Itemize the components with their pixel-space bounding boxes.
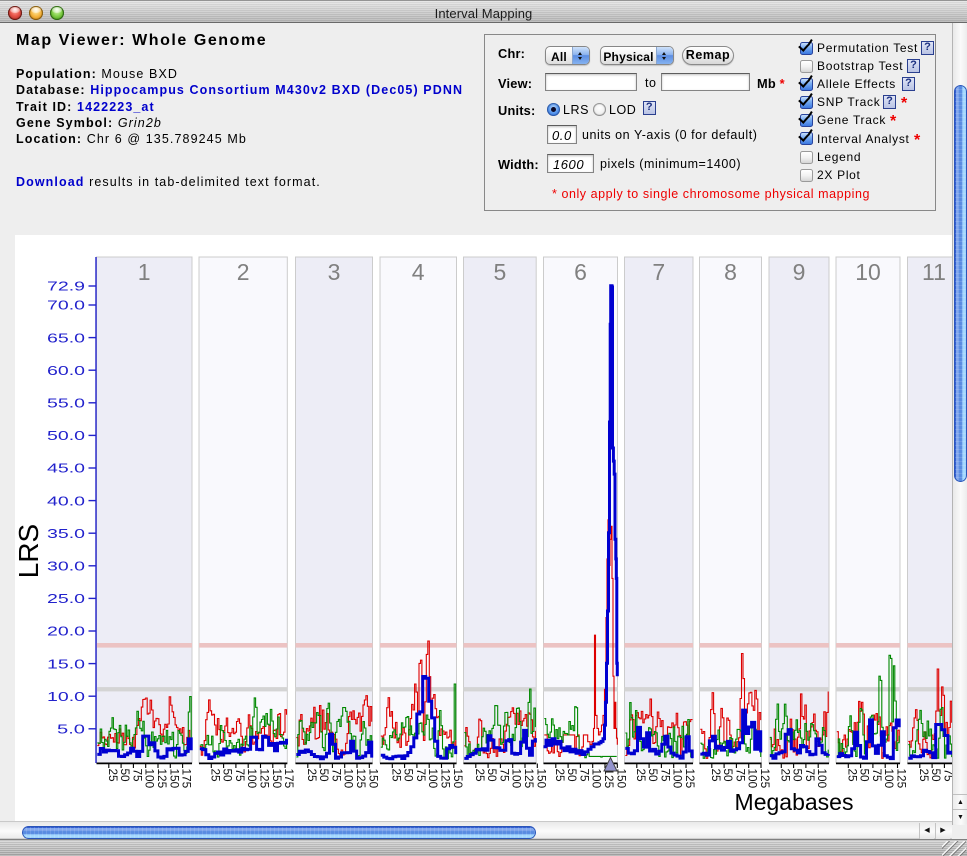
svg-text:3: 3 [328,259,341,285]
svg-text:15.0: 15.0 [47,656,85,671]
svg-text:50: 50 [221,769,235,783]
svg-text:125: 125 [683,769,697,789]
svg-text:100: 100 [342,769,356,789]
svg-text:50: 50 [929,769,943,783]
svg-text:5.0: 5.0 [57,722,85,737]
svg-text:25: 25 [208,769,222,783]
svg-text:25: 25 [106,769,120,783]
svg-text:75: 75 [414,769,428,783]
svg-text:100: 100 [671,769,685,789]
svg-text:125: 125 [354,769,368,789]
svg-text:30.0: 30.0 [47,559,85,574]
svg-text:25: 25 [473,769,487,783]
svg-text:60.0: 60.0 [47,363,85,378]
svg-text:125: 125 [602,769,616,789]
svg-text:25: 25 [634,769,648,783]
svg-text:150: 150 [270,769,284,789]
svg-text:100: 100 [426,769,440,789]
svg-text:125: 125 [895,769,909,789]
svg-text:50: 50 [485,769,499,783]
svg-text:Megabases: Megabases [735,789,854,815]
svg-text:75: 75 [803,769,817,783]
svg-text:175: 175 [282,769,296,789]
svg-text:75: 75 [130,769,144,783]
svg-text:7: 7 [652,259,665,285]
svg-text:50: 50 [118,769,132,783]
svg-text:50: 50 [858,769,872,783]
svg-text:35.0: 35.0 [47,526,85,541]
svg-text:75: 75 [233,769,247,783]
svg-text:40.0: 40.0 [47,493,85,508]
svg-text:100: 100 [510,769,524,789]
svg-text:10.0: 10.0 [47,689,85,704]
svg-text:100: 100 [815,769,829,789]
svg-text:8: 8 [724,259,737,285]
svg-text:45.0: 45.0 [47,461,85,476]
svg-text:55.0: 55.0 [47,396,85,411]
svg-text:150: 150 [451,769,465,789]
svg-text:25: 25 [553,769,567,783]
svg-text:75: 75 [733,769,747,783]
svg-text:50: 50 [402,769,416,783]
svg-text:25: 25 [845,769,859,783]
svg-text:25: 25 [778,769,792,783]
svg-text:25: 25 [389,769,403,783]
svg-text:50: 50 [721,769,735,783]
svg-text:125: 125 [522,769,536,789]
svg-text:175: 175 [180,769,194,789]
svg-text:125: 125 [155,769,169,789]
svg-text:150: 150 [167,769,181,789]
svg-text:11: 11 [922,259,946,285]
svg-text:75: 75 [497,769,511,783]
svg-text:100: 100 [746,769,760,789]
svg-text:70.0: 70.0 [47,298,85,313]
svg-text:4: 4 [412,259,425,285]
svg-text:65.0: 65.0 [47,330,85,345]
svg-text:25: 25 [709,769,723,783]
svg-text:100: 100 [245,769,259,789]
svg-text:100: 100 [882,769,896,789]
svg-text:50: 50 [565,769,579,783]
svg-text:LRS: LRS [13,524,44,578]
svg-text:125: 125 [758,769,772,789]
svg-text:150: 150 [366,769,380,789]
svg-text:5: 5 [494,259,507,285]
svg-text:100: 100 [143,769,157,789]
svg-text:150: 150 [534,769,548,789]
svg-text:10: 10 [855,259,881,285]
svg-text:20.0: 20.0 [47,624,85,639]
svg-text:9: 9 [793,259,806,285]
svg-text:2: 2 [237,259,250,285]
svg-text:50: 50 [317,769,331,783]
svg-text:150: 150 [614,769,628,789]
svg-text:125: 125 [439,769,453,789]
svg-text:25.0: 25.0 [47,591,85,606]
svg-text:100: 100 [590,769,604,789]
svg-text:50: 50 [646,769,660,783]
svg-text:6: 6 [574,259,587,285]
svg-text:72.9: 72.9 [47,279,85,294]
svg-text:25: 25 [917,769,931,783]
svg-text:75: 75 [329,769,343,783]
svg-text:75: 75 [870,769,884,783]
svg-text:125: 125 [258,769,272,789]
svg-text:1: 1 [138,259,151,285]
svg-text:50: 50 [791,769,805,783]
svg-text:75: 75 [658,769,672,783]
svg-text:75: 75 [577,769,591,783]
svg-text:50.0: 50.0 [47,428,85,443]
svg-text:25: 25 [305,769,319,783]
